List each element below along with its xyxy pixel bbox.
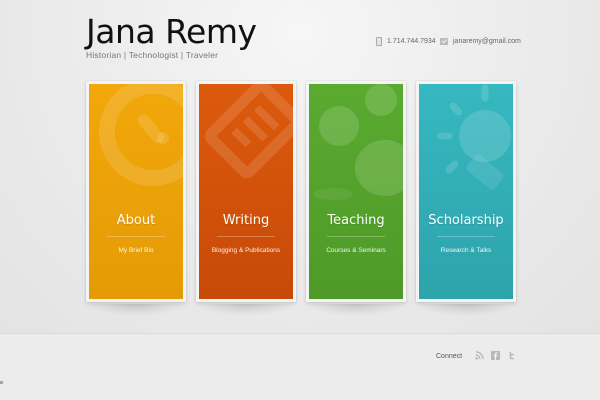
card-writing[interactable]: Writing Blogging & Publications [196,81,296,302]
tagline: Historian | Technologist | Traveler [86,50,219,60]
card-teaching-subtitle: Courses & Seminars [326,247,386,254]
card-teaching-inner: Teaching Courses & Seminars [309,84,403,299]
lightbulb-icon [437,84,511,190]
card-about-inner: About My Brief Bio [89,84,183,299]
card-teaching[interactable]: Teaching Courses & Seminars [306,81,406,302]
card-scholarship[interactable]: Scholarship Research & Talks [416,81,516,302]
card-divider [217,236,275,237]
card-shadow [416,304,516,316]
card-about-subtitle: My Brief Bio [118,247,154,254]
mail-icon [440,37,448,45]
site-title[interactable]: Jana Remy [86,12,257,51]
card-divider [107,236,165,237]
pen-icon [204,84,293,179]
phone-icon [376,36,382,46]
email-address: janaremy@gmail.com [453,37,521,45]
card-about[interactable]: About My Brief Bio [86,81,186,302]
rss-icon[interactable] [475,351,484,360]
card-shadow [196,304,296,316]
card-scholarship-subtitle: Research & Talks [440,247,492,254]
main-area: Jana Remy Historian | Technologist | Tra… [0,0,600,333]
card-writing-title: Writing [222,213,270,228]
corner-dot [0,381,3,384]
connect-label: Connect [436,353,463,360]
card-scholarship-inner: Scholarship Research & Talks [419,84,513,299]
card-writing-inner: Writing Blogging & Publications [199,84,293,299]
card-scholarship-title: Scholarship [428,213,504,228]
clock-icon [99,84,183,186]
twitter-icon[interactable] [507,351,516,360]
card-teaching-title: Teaching [327,213,385,228]
phone-number: 1.714.744.7934 [387,37,436,45]
card-writing-subtitle: Blogging & Publications [211,247,281,254]
phone-contact[interactable]: 1.714.744.7934 [376,36,436,46]
email-contact[interactable]: janaremy@gmail.com [440,36,521,46]
footer: Connect [0,333,600,400]
card-shadow [306,304,406,316]
card-divider [437,236,495,237]
card-divider [327,236,385,237]
people-icon [313,84,403,200]
card-shadow [86,304,186,316]
facebook-icon[interactable] [491,351,500,360]
card-about-title: About [116,213,156,228]
